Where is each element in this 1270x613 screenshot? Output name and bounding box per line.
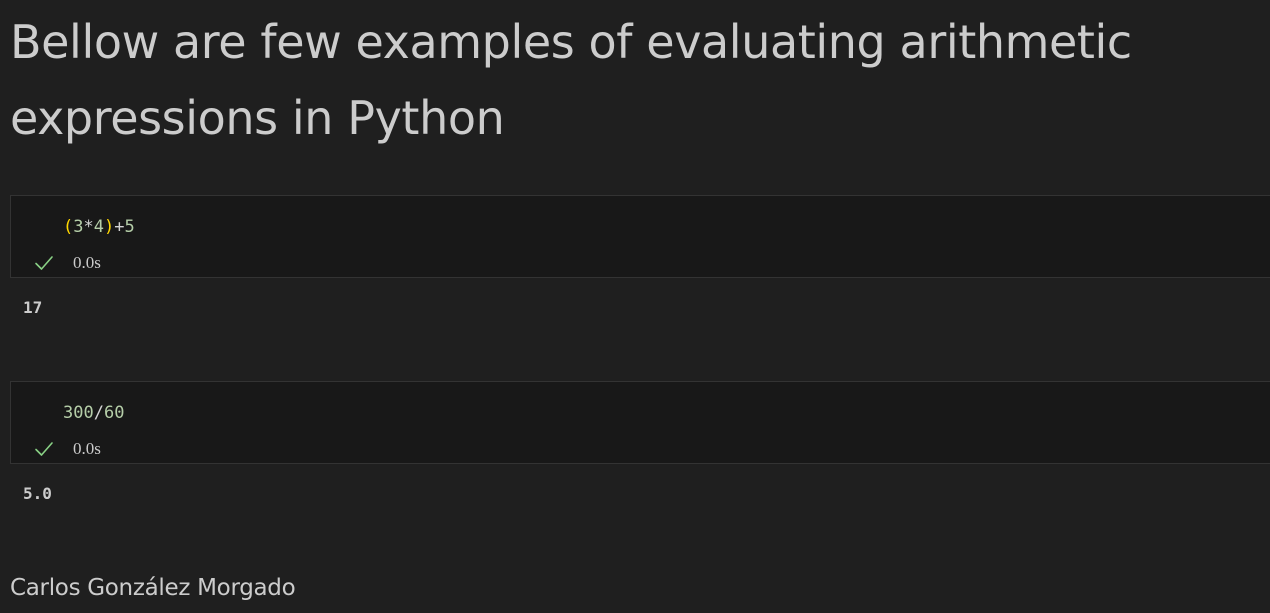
execution-status: 0.0s <box>33 438 101 460</box>
code-token-paren: ) <box>104 217 115 237</box>
heading-line-1: Bellow are few examples of evaluating ar… <box>10 15 1132 69</box>
code-input[interactable]: (3*4)+5 <box>63 216 135 238</box>
code-token-paren: ( <box>63 217 74 237</box>
execution-time: 0.0s <box>73 439 101 458</box>
code-token-operator: / <box>93 403 104 423</box>
code-token-number: 60 <box>103 403 125 423</box>
code-token-number: 300 <box>63 403 94 423</box>
code-token-number: 4 <box>93 217 104 237</box>
code-cell[interactable]: (3*4)+5 0.0s <box>10 195 1270 278</box>
check-icon <box>33 438 55 460</box>
execution-status: 0.0s <box>33 252 101 274</box>
check-icon <box>33 252 55 274</box>
notebook-page: Bellow are few examples of evaluating ar… <box>0 0 1270 613</box>
markdown-heading: Bellow are few examples of evaluating ar… <box>10 4 1266 156</box>
execution-time: 0.0s <box>73 253 101 272</box>
code-token-operator: + <box>114 217 125 237</box>
author-name: Carlos González Morgado <box>10 575 296 601</box>
code-token-number: 5 <box>124 217 135 237</box>
heading-line-2: expressions in Python <box>10 91 505 145</box>
code-input[interactable]: 300/60 <box>63 402 124 424</box>
code-token-number: 3 <box>73 217 84 237</box>
code-cell[interactable]: 300/60 0.0s <box>10 381 1270 464</box>
cell-output: 17 <box>23 298 43 317</box>
cell-output: 5.0 <box>23 484 52 503</box>
code-token-operator: * <box>83 217 94 237</box>
